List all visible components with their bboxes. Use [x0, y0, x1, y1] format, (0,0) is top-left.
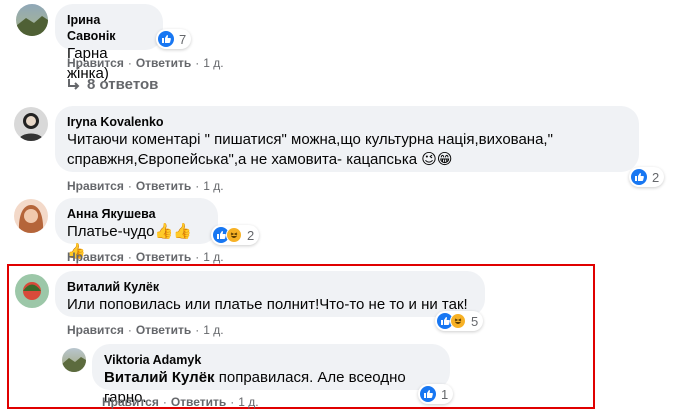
comment-actions: Нравится · Ответить · 1 д.: [67, 250, 224, 264]
landscape-photo-icon: [62, 357, 86, 372]
comment-bubble: Виталий Кулёк Или поповилась или платье …: [55, 271, 485, 317]
reply-button[interactable]: Ответить: [136, 323, 191, 337]
like-button[interactable]: Нравится: [67, 56, 124, 70]
comment-actions: Нравится · Ответить · 1 д.: [67, 323, 224, 337]
reply-button[interactable]: Ответить: [136, 179, 191, 193]
landscape-photo-icon: [16, 16, 48, 36]
reaction-summary[interactable]: 5: [435, 311, 484, 331]
haha-icon: [226, 227, 242, 243]
comment-author[interactable]: Анна Якушева: [67, 206, 206, 222]
reaction-count: 1: [441, 386, 449, 402]
comment-text-line2: справжня,Європейська",а не хамовита- кац…: [67, 151, 453, 168]
comment-age[interactable]: 1 д.: [203, 323, 223, 337]
reply-button[interactable]: Ответить: [171, 395, 226, 409]
like-icon: [420, 386, 436, 402]
reaction-summary[interactable]: 7: [156, 29, 192, 49]
avatar[interactable]: [16, 4, 48, 36]
avatar[interactable]: [62, 348, 86, 372]
comment-text-line1: Читаючи коментарі " пишатися" можна,що к…: [67, 131, 553, 148]
reply-button[interactable]: Ответить: [136, 56, 191, 70]
comment-age[interactable]: 1 д.: [238, 395, 258, 409]
like-button[interactable]: Нравится: [102, 395, 159, 409]
like-button[interactable]: Нравится: [67, 323, 124, 337]
like-button[interactable]: Нравится: [67, 179, 124, 193]
reaction-count: 7: [179, 31, 187, 47]
haha-icon: [450, 313, 466, 329]
person-photo-icon: [18, 205, 44, 233]
comment-author[interactable]: Виталий Кулёк: [67, 279, 473, 295]
comment-actions: Нравится · Ответить · 1 д.: [67, 179, 224, 193]
reply-button[interactable]: Ответить: [136, 250, 191, 264]
reaction-count: 5: [471, 313, 479, 329]
like-icon: [158, 31, 174, 47]
reaction-count: 2: [652, 169, 660, 185]
like-button[interactable]: Нравится: [67, 250, 124, 264]
reply-author[interactable]: Viktoria Adamyk: [104, 352, 438, 368]
view-replies-link[interactable]: 8 ответов: [67, 76, 158, 93]
reaction-count: 2: [247, 227, 255, 243]
comment-author[interactable]: Iryna Kovalenko: [67, 114, 627, 130]
comment-actions: Нравится · Ответить · 1 д.: [67, 56, 224, 70]
reply-actions: Нравится · Ответить · 1 д.: [102, 395, 259, 409]
reaction-summary[interactable]: 2: [211, 225, 260, 245]
reaction-summary[interactable]: 2: [629, 167, 665, 187]
comment-bubble: Ірина Савонік Гарна жінка): [55, 4, 163, 82]
avatar[interactable]: [15, 274, 49, 308]
reaction-summary[interactable]: 1: [418, 384, 454, 404]
person-photo-icon: [23, 282, 41, 300]
reply-bubble: Viktoria Adamyk Виталий Кулёк поправилас…: [92, 344, 450, 406]
reply-arrow-icon: [68, 78, 80, 90]
avatar[interactable]: [14, 199, 48, 233]
comment-age[interactable]: 1 д.: [203, 250, 223, 264]
person-photo-icon: [18, 113, 44, 141]
replies-count-label: 8 ответов: [87, 76, 159, 93]
comment-age[interactable]: 1 д.: [203, 179, 223, 193]
comment-bubble: Анна Якушева Платье-чудо👍👍👍: [55, 198, 218, 260]
comment-age[interactable]: 1 д.: [203, 56, 223, 70]
comment-author[interactable]: Ірина Савонік: [67, 12, 151, 44]
comment-bubble: Iryna Kovalenko Читаючи коментарі " пиша…: [55, 106, 639, 172]
mention-link[interactable]: Виталий Кулёк: [104, 369, 215, 386]
avatar[interactable]: [14, 107, 48, 141]
comment-text: Или поповилась или платье полнит!Что-то …: [67, 296, 468, 313]
like-icon: [631, 169, 647, 185]
